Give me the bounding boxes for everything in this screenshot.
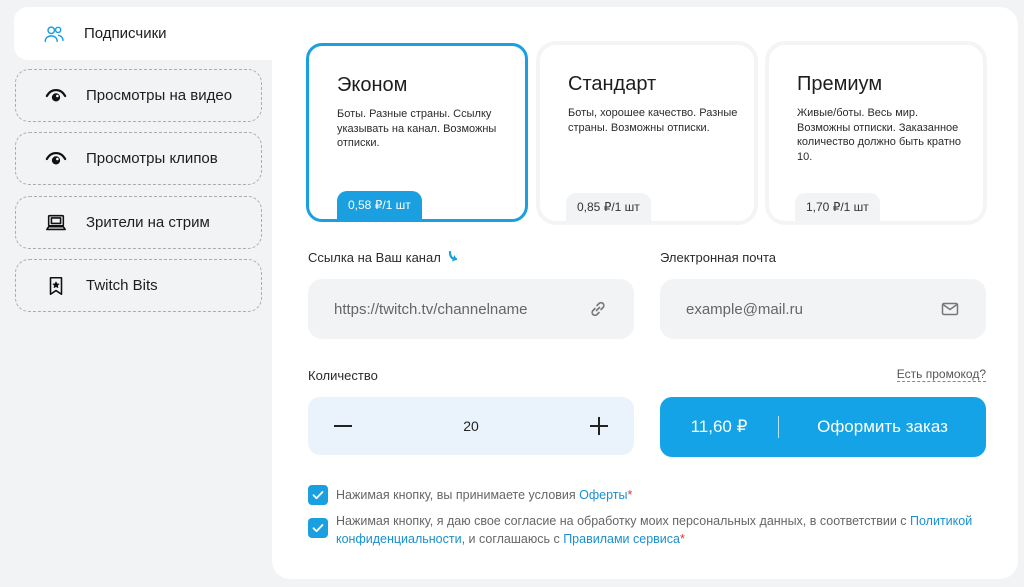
privacy-consent-checkbox[interactable] bbox=[308, 518, 328, 538]
tariff-description: Живые/боты. Весь мир. Возможны отписки. … bbox=[797, 107, 962, 163]
users-icon bbox=[42, 22, 66, 46]
sidebar-item-label: Twitch Bits bbox=[86, 277, 158, 294]
decrement-button[interactable] bbox=[332, 415, 354, 437]
promo-code-link[interactable]: Есть промокод? bbox=[896, 367, 986, 382]
mail-icon bbox=[940, 299, 960, 319]
required-mark: * bbox=[679, 532, 685, 546]
arrow-down-icon bbox=[447, 250, 459, 265]
email-placeholder: example@mail.ru bbox=[686, 300, 803, 318]
laptop-icon bbox=[44, 211, 68, 235]
check-icon bbox=[312, 524, 324, 533]
quantity-label: Количество bbox=[308, 368, 378, 383]
order-total: 11,60 ₽ bbox=[690, 417, 748, 436]
channel-url-placeholder: https://twitch.tv/channelname bbox=[334, 300, 528, 318]
sidebar-item-label: Зрители на стрим bbox=[86, 214, 210, 231]
sidebar-item-video-views[interactable]: Просмотры на видео bbox=[15, 69, 262, 122]
eye-icon bbox=[44, 84, 68, 108]
tariff-card-economy[interactable]: Эконом Боты. Разные страны. Ссылку указы… bbox=[306, 43, 528, 222]
order-button-label: Оформить заказ bbox=[817, 417, 948, 436]
consent-text: Нажимая кнопку, я даю свое согласие на о… bbox=[336, 514, 911, 528]
sidebar-item-subscribers[interactable]: Подписчики bbox=[14, 7, 272, 60]
quantity-stepper: 20 bbox=[308, 397, 634, 455]
tariff-description: Боты, хорошее качество. Разные страны. В… bbox=[568, 107, 738, 134]
bookmark-star-icon bbox=[44, 274, 68, 298]
service-rules-link[interactable]: Правилами сервиса bbox=[563, 532, 680, 546]
quantity-value[interactable]: 20 bbox=[463, 418, 479, 434]
offer-link[interactable]: Оферты bbox=[579, 488, 627, 502]
eye-icon bbox=[44, 147, 68, 171]
tariff-price: 1,70 ₽/1 шт bbox=[795, 193, 880, 221]
consent-text-middle: , и соглашаюсь с bbox=[461, 532, 564, 546]
sidebar-item-clip-views[interactable]: Просмотры клипов bbox=[15, 132, 262, 185]
privacy-consent-text: Нажимая кнопку, я даю свое согласие на о… bbox=[336, 512, 976, 548]
channel-label-text: Ссылка на Ваш канал bbox=[308, 250, 441, 265]
place-order-button[interactable]: 11,60 ₽ Оформить заказ bbox=[660, 397, 986, 457]
tariff-description: Боты. Разные страны. Ссылку указывать на… bbox=[337, 108, 497, 149]
sidebar-item-twitch-bits[interactable]: Twitch Bits bbox=[15, 259, 262, 312]
channel-label: Ссылка на Ваш канал bbox=[308, 250, 459, 265]
required-mark: * bbox=[627, 488, 633, 502]
sidebar-item-label: Просмотры на видео bbox=[86, 87, 233, 104]
offer-consent-checkbox[interactable] bbox=[308, 485, 328, 505]
sidebar-item-stream-viewers[interactable]: Зрители на стрим bbox=[15, 196, 262, 249]
order-panel: Эконом Боты. Разные страны. Ссылку указы… bbox=[272, 7, 1018, 579]
sidebar-item-label: Просмотры клипов bbox=[86, 150, 218, 167]
check-icon bbox=[312, 491, 324, 500]
consent-text: Нажимая кнопку, вы принимаете условия bbox=[336, 488, 580, 502]
email-input[interactable]: example@mail.ru bbox=[660, 279, 986, 339]
increment-button[interactable] bbox=[588, 415, 610, 437]
tariff-card-standard[interactable]: Стандарт Боты, хорошее качество. Разные … bbox=[540, 45, 754, 221]
channel-url-input[interactable]: https://twitch.tv/channelname bbox=[308, 279, 634, 339]
sidebar-item-label: Подписчики bbox=[84, 25, 167, 42]
tariff-price: 0,58 ₽/1 шт bbox=[337, 191, 422, 219]
tariff-title: Премиум bbox=[797, 73, 883, 95]
email-label: Электронная почта bbox=[660, 250, 777, 265]
offer-consent-text: Нажимая кнопку, вы принимаете условия Оф… bbox=[336, 486, 976, 504]
tariff-price: 0,85 ₽/1 шт bbox=[566, 193, 651, 221]
link-icon bbox=[588, 299, 608, 319]
tariff-card-premium[interactable]: Премиум Живые/боты. Весь мир. Возможны о… bbox=[769, 45, 983, 221]
tariff-title: Стандарт bbox=[568, 73, 657, 95]
tariff-title: Эконом bbox=[337, 74, 408, 96]
